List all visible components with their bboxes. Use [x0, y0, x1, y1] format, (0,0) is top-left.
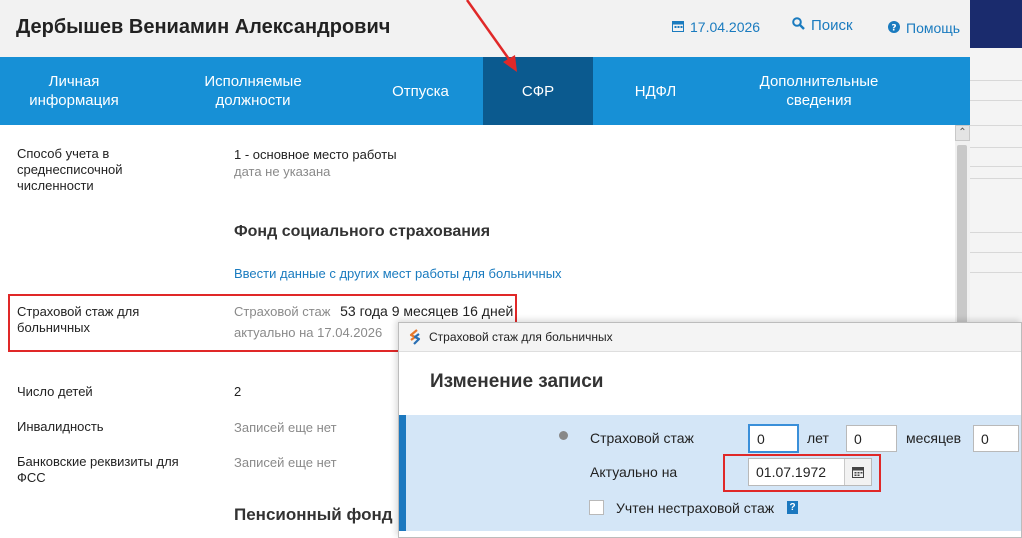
tab-personal-info[interactable]: Личная информация	[0, 57, 148, 125]
actual-on-label: Актуально на	[590, 464, 678, 480]
bank-details-label: Банковские реквизиты для ФСС	[17, 454, 179, 485]
calendar-icon	[672, 20, 684, 35]
non-insurance-checkbox[interactable]	[589, 500, 604, 515]
help-icon[interactable]: ?	[787, 501, 798, 514]
dialog-heading: Изменение записи	[430, 371, 604, 392]
background-header	[970, 0, 1022, 48]
header-date: 17.04.2026	[690, 19, 761, 35]
employee-name: Дербышев Вениамин Александрович	[16, 16, 391, 38]
edit-record-dialog: Страховой стаж для больничных Изменение …	[398, 322, 1022, 538]
background-divider	[970, 125, 1022, 126]
search-link[interactable]: Поиск	[792, 17, 853, 34]
years-input[interactable]: 0	[748, 424, 799, 453]
disability-value[interactable]: Записей еще нет	[234, 419, 337, 436]
accounting-method-note: дата не указана	[234, 164, 331, 179]
bank-details-value[interactable]: Записей еще нет	[234, 454, 337, 471]
background-divider	[970, 232, 1022, 233]
accounting-method-label: Способ учета в среднесписочной численнос…	[17, 146, 123, 193]
children-label: Число детей	[17, 384, 93, 399]
background-divider	[970, 166, 1022, 167]
app-logo-icon	[409, 329, 421, 345]
help-icon: ?	[888, 20, 900, 36]
months-unit: месяцев	[906, 430, 962, 446]
disability-label: Инвалидность	[17, 419, 104, 434]
background-divider	[970, 147, 1022, 148]
background-divider	[970, 178, 1022, 179]
months-input[interactable]: 0	[846, 425, 897, 452]
background-divider	[970, 80, 1022, 81]
tab-positions[interactable]: Исполняемые должности	[148, 57, 358, 125]
pension-section-title: Пенсионный фонд	[234, 505, 393, 524]
background-divider	[970, 100, 1022, 101]
days-input[interactable]: 0	[973, 425, 1019, 452]
other-jobs-link[interactable]: Ввести данные с других мест работы для б…	[234, 266, 562, 281]
scrollbar-thumb[interactable]	[957, 145, 967, 325]
help-link[interactable]: ? Помощь	[888, 20, 960, 36]
help-label: Помощь	[906, 20, 961, 36]
years-unit: лет	[807, 430, 829, 446]
date-link[interactable]: 17.04.2026	[672, 19, 760, 35]
experience-label: Страховой стаж	[590, 430, 694, 446]
search-label: Поиск	[811, 17, 853, 34]
children-value[interactable]: 2	[234, 383, 241, 400]
dialog-window-title: Страховой стаж для больничных	[429, 330, 613, 344]
background-divider	[970, 272, 1022, 273]
background-divider	[970, 252, 1022, 253]
edit-row-marker	[399, 415, 406, 531]
scroll-up-icon[interactable]: ⌃	[955, 125, 970, 141]
tab-additional-info[interactable]: Дополнительные сведения	[718, 57, 920, 125]
fss-section-title: Фонд социального страхования	[234, 223, 491, 240]
search-icon	[792, 17, 805, 34]
date-highlight-box	[723, 454, 881, 492]
accounting-method-value[interactable]: 1 - основное место работы	[234, 146, 397, 163]
row-bullet-icon	[559, 431, 568, 440]
non-insurance-label: Учтен нестраховой стаж	[616, 500, 775, 516]
svg-text:?: ?	[891, 24, 896, 34]
tab-ndfl[interactable]: НДФЛ	[593, 57, 718, 125]
annotation-arrow-icon	[465, 0, 517, 72]
